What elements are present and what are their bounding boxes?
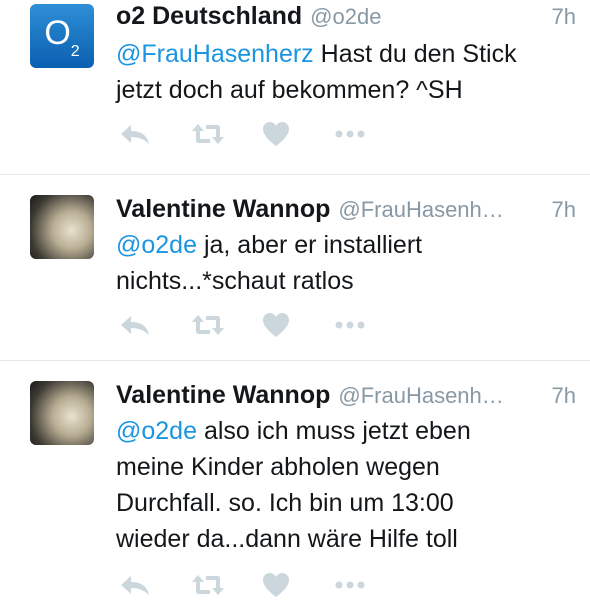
avatar[interactable] [30,381,94,445]
like-icon [263,573,289,597]
retweet-icon [192,124,224,144]
tweet-text: @FrauHasenherz Hast du den Stick jetzt d… [116,36,550,108]
like-button[interactable] [262,311,334,339]
timestamp[interactable]: 7h [552,383,576,409]
tweet-actions [118,311,406,339]
tweet-header: o2 Deutschland @o2de 7h [116,2,576,32]
retweet-button[interactable] [190,120,262,148]
tweet[interactable]: Valentine Wannop @FrauHasenh… 7h @o2de a… [0,361,590,616]
like-icon [263,122,289,146]
user-name[interactable]: Valentine Wannop [116,195,330,224]
mention-link[interactable]: @FrauHasenherz [116,40,314,68]
tweet-header: Valentine Wannop @FrauHasenh… 7h [116,195,576,225]
retweet-button[interactable] [190,571,262,599]
user-name[interactable]: o2 Deutschland [116,2,302,31]
more-button[interactable] [334,311,406,339]
avatar[interactable] [30,195,94,259]
like-icon [263,313,289,337]
user-handle[interactable]: @o2de [310,4,541,30]
user-name[interactable]: Valentine Wannop [116,381,330,410]
retweet-icon [192,575,224,595]
tweet[interactable]: O2 o2 Deutschland @o2de 7h @FrauHasenher… [0,0,590,175]
o2-logo: O2 [44,14,80,60]
more-icon [335,130,365,138]
avatar[interactable]: O2 [30,4,94,68]
reply-button[interactable] [118,120,190,148]
mention-link[interactable]: @o2de [116,231,197,259]
tweet-text: @o2de ja, aber er installiert nichts...*… [116,227,550,299]
timestamp[interactable]: 7h [552,197,576,223]
retweet-button[interactable] [190,311,262,339]
reply-icon [121,316,149,335]
reply-button[interactable] [118,311,190,339]
like-button[interactable] [262,571,334,599]
user-handle[interactable]: @FrauHasenh… [338,383,541,409]
like-button[interactable] [262,120,334,148]
reply-button[interactable] [118,571,190,599]
mention-link[interactable]: @o2de [116,417,197,445]
reply-icon [121,576,149,595]
retweet-icon [192,315,224,335]
timestamp[interactable]: 7h [552,4,576,30]
more-button[interactable] [334,571,406,599]
more-icon [335,581,365,589]
more-icon [335,321,365,329]
user-handle[interactable]: @FrauHasenh… [338,197,541,223]
tweet-header: Valentine Wannop @FrauHasenh… 7h [116,381,576,411]
reply-icon [121,125,149,144]
tweet-text: @o2de also ich muss jetzt eben meine Kin… [116,413,510,557]
tweet-actions [118,571,406,599]
more-button[interactable] [334,120,406,148]
tweet-actions [118,120,406,148]
tweet[interactable]: Valentine Wannop @FrauHasenh… 7h @o2de j… [0,175,590,361]
